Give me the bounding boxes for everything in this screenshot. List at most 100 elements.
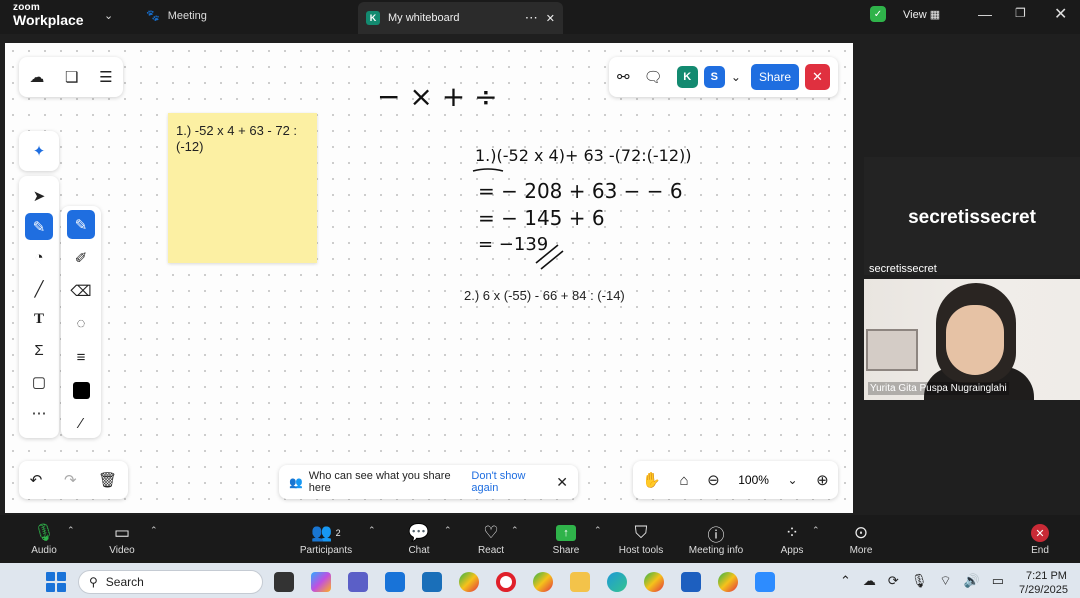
- locate-icon[interactable]: ⌂: [680, 472, 689, 489]
- chrome-icon[interactable]: [644, 572, 664, 592]
- video-label: Video: [109, 545, 135, 556]
- windows-start-icon[interactable]: [46, 572, 66, 592]
- teams-icon[interactable]: [348, 572, 368, 592]
- zoom-out-icon[interactable]: ⊖: [707, 471, 720, 489]
- undo-icon[interactable]: ↶: [30, 471, 43, 489]
- chat-button[interactable]: 💬 Chat: [389, 521, 449, 556]
- hand-pan-icon[interactable]: ✋: [642, 471, 661, 489]
- chat-label: Chat: [408, 545, 430, 556]
- clock-time[interactable]: 7:21 PM: [1026, 570, 1067, 582]
- camera-tile[interactable]: Yurita Gita Puspa Nugrainglahi: [864, 279, 1080, 400]
- taskbar-search[interactable]: ⚲ Search: [78, 570, 263, 594]
- handwritten-operators: − × + ÷: [377, 80, 498, 113]
- more-icon: ⊙: [853, 523, 869, 542]
- sync-icon[interactable]: ⟳: [888, 573, 899, 589]
- clock-date[interactable]: 7/29/2025: [1019, 584, 1068, 596]
- word-icon[interactable]: [681, 572, 701, 592]
- share-screen-icon: ↑: [556, 521, 576, 545]
- microphone-icon[interactable]: 🎙: [911, 573, 928, 589]
- view-button[interactable]: View ▦: [903, 8, 940, 21]
- chrome-icon[interactable]: [718, 572, 738, 592]
- more-button[interactable]: ⊙ More: [831, 521, 891, 556]
- tab-whiteboard-label: My whiteboard: [388, 12, 460, 24]
- zoom-level[interactable]: 100%: [738, 473, 769, 487]
- battery-icon[interactable]: ▭: [992, 573, 1004, 589]
- search-icon: ⚲: [89, 575, 98, 589]
- chrome-icon[interactable]: [533, 572, 553, 592]
- app-icon[interactable]: [422, 572, 442, 592]
- security-shield-icon[interactable]: ✓: [870, 6, 886, 22]
- meeting-info-label: Meeting info: [688, 545, 744, 556]
- volume-icon[interactable]: 🔊: [964, 573, 980, 589]
- chevron-down-icon[interactable]: ⌄: [104, 9, 113, 22]
- shield-icon: ⛉: [634, 523, 648, 542]
- audio-button[interactable]: 🎙 Audio: [14, 521, 74, 556]
- problem-2-text[interactable]: 2.) 6 x (-55) - 66 + 84 : (-14): [464, 288, 625, 303]
- copilot-icon[interactable]: [311, 572, 331, 592]
- host-tools-label: Host tools: [618, 545, 664, 556]
- end-meeting-button[interactable]: ✕ End: [1010, 521, 1070, 556]
- history-panel: ↶ ↷ 🗑: [19, 461, 128, 499]
- chrome-icon[interactable]: [459, 572, 479, 592]
- folder-icon[interactable]: [570, 572, 590, 592]
- chevron-down-icon[interactable]: ⌄: [731, 70, 741, 84]
- close-banner-icon[interactable]: ✕: [556, 474, 568, 491]
- chevron-up-icon[interactable]: ⌃: [511, 525, 519, 536]
- zoom-in-icon[interactable]: ⊕: [816, 471, 829, 489]
- file-app-icon[interactable]: [274, 572, 294, 592]
- chevron-up-icon[interactable]: ⌃: [812, 525, 820, 536]
- whiteboard-badge: K: [366, 11, 380, 25]
- chevron-up-icon[interactable]: ⌃: [594, 525, 602, 536]
- chevron-up-icon[interactable]: ⌃: [840, 573, 851, 589]
- avatar[interactable]: K: [676, 66, 698, 88]
- delete-icon[interactable]: 🗑: [98, 471, 117, 489]
- participant-tile[interactable]: secretissecret secretissecret: [864, 157, 1080, 275]
- share-screen-button[interactable]: ↑ Share: [536, 521, 596, 556]
- chevron-up-icon[interactable]: ⌃: [150, 525, 158, 536]
- handwritten-line-3: = − 145 + 6: [478, 206, 605, 230]
- close-tab-icon[interactable]: ✕: [546, 12, 555, 25]
- chevron-up-icon[interactable]: ⌃: [368, 525, 376, 536]
- handwriting-layer: − × + ÷ 1.)(-52 x 4)+ 63 -(72:(-12)) = −…: [377, 80, 692, 270]
- wifi-icon[interactable]: ⌔: [939, 573, 951, 589]
- cloud-icon[interactable]: ☁: [863, 573, 876, 589]
- windows-taskbar: ⚲ Search ⌃ ☁ ⟳ 🎙 ⌔ 🔊 ▭ 7:21 PM 7/29/2025: [0, 563, 1080, 598]
- meeting-info-button[interactable]: ⓘ Meeting info: [686, 521, 746, 557]
- react-label: React: [477, 545, 505, 556]
- whiteboard-canvas[interactable]: ☁ ❏ ☰ ✦ ➤ ✎ ◔ ╱ T Σ ▢ ⋯ ✎ ✐ ⌫ ◌ ≡ ⁄ 1.) …: [5, 43, 853, 513]
- comment-icon[interactable]: 🗨: [644, 68, 663, 86]
- tab-whiteboard[interactable]: K My whiteboard ⋯ ✕: [358, 2, 563, 34]
- opera-icon[interactable]: [496, 572, 516, 592]
- edge-icon[interactable]: [607, 572, 627, 592]
- zoom-icon[interactable]: [755, 572, 775, 592]
- redo-icon[interactable]: ↷: [64, 471, 77, 489]
- camera-icon: ▭: [113, 523, 131, 542]
- outlook-icon[interactable]: [385, 572, 405, 592]
- minimize-icon[interactable]: —: [978, 6, 992, 22]
- share-button[interactable]: Share: [750, 64, 800, 90]
- end-icon: ✕: [1031, 521, 1049, 545]
- avatar[interactable]: S: [703, 66, 725, 88]
- video-button[interactable]: ▭ Video: [92, 521, 152, 556]
- microphone-icon: 🎙: [33, 523, 55, 542]
- privacy-banner: 👥 Who can see what you share here Don't …: [279, 465, 578, 499]
- app-logo-name: Workplace: [13, 12, 84, 28]
- chevron-up-icon[interactable]: ⌃: [444, 525, 452, 536]
- host-tools-button[interactable]: ⛉ Host tools: [611, 521, 671, 556]
- tab-meeting[interactable]: 🐾 Meeting: [146, 9, 207, 23]
- chevron-up-icon[interactable]: ⌃: [67, 525, 75, 536]
- dont-show-again-link[interactable]: Don't show again: [471, 470, 550, 494]
- handwritten-line-4: = −139: [478, 234, 548, 255]
- share-label: Share: [552, 545, 580, 556]
- restore-icon[interactable]: ❐: [1015, 6, 1026, 20]
- shapes-library-icon[interactable]: ⚯: [617, 68, 630, 86]
- apps-label: Apps: [780, 545, 804, 556]
- people-icon: 👥: [289, 476, 303, 489]
- collaboration-panel: ⚯ 🗨 K S ⌄ Share ✕: [609, 57, 838, 97]
- close-whiteboard-button[interactable]: ✕: [805, 64, 830, 90]
- participants-button[interactable]: 👥 2 Participants: [296, 521, 356, 556]
- title-bar: zoom Workplace ⌄ 🐾 Meeting K My whiteboa…: [0, 0, 1080, 34]
- chevron-down-icon[interactable]: ⌄: [787, 473, 797, 487]
- more-options-icon[interactable]: ⋯: [525, 10, 538, 26]
- window-close-icon[interactable]: ✕: [1054, 4, 1067, 24]
